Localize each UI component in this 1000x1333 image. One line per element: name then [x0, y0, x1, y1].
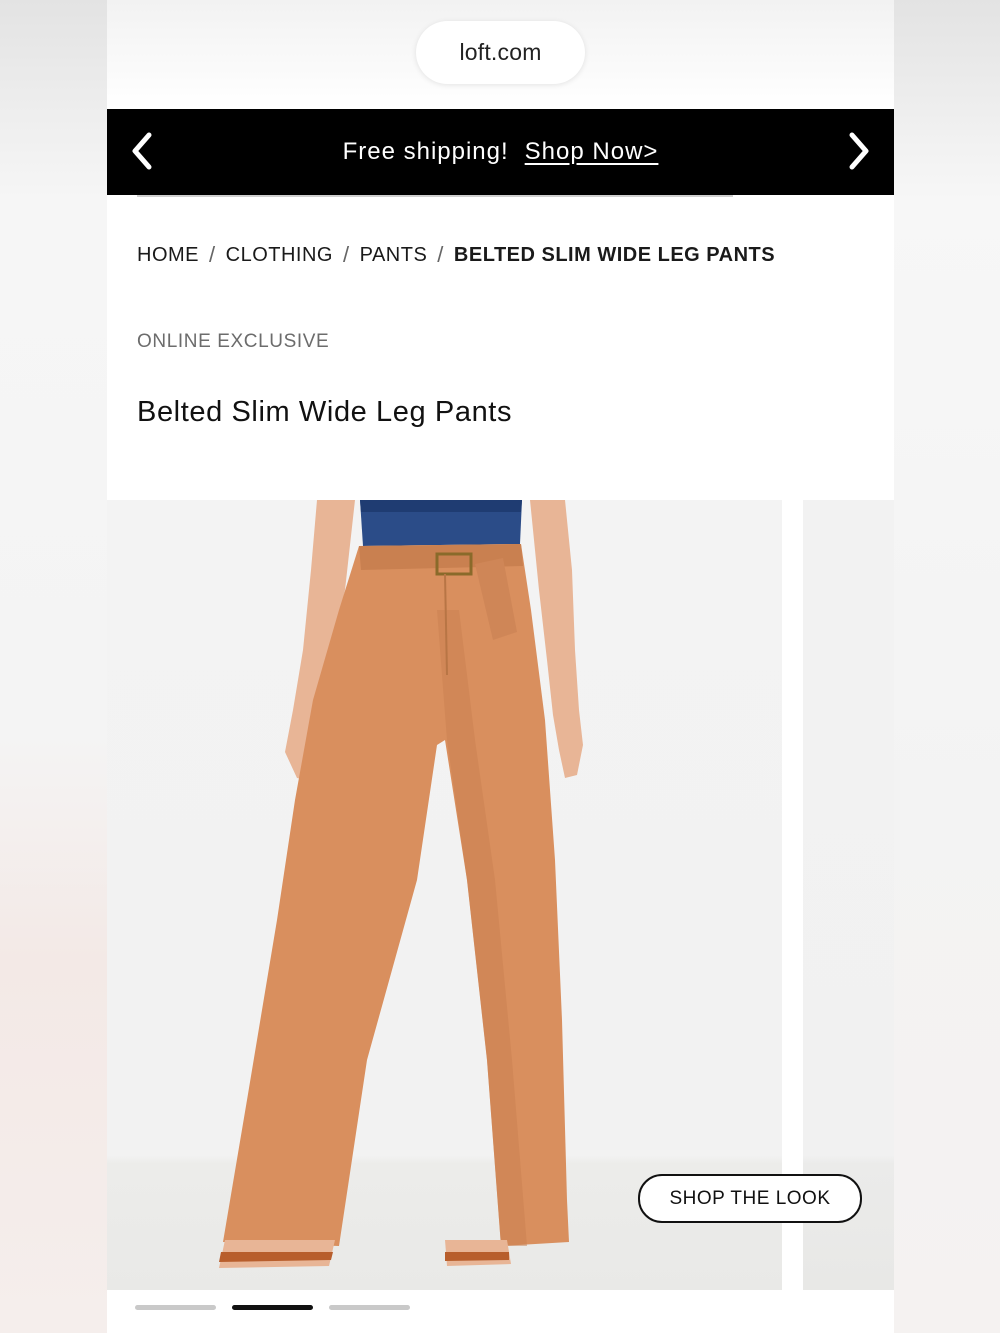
promo-banner: Free shipping! Shop Now>	[107, 109, 894, 195]
chevron-left-icon[interactable]	[125, 127, 161, 175]
blurred-backdrop-left	[0, 0, 107, 1333]
product-title: Belted Slim Wide Leg Pants	[137, 396, 513, 428]
online-exclusive-badge: ONLINE EXCLUSIVE	[137, 331, 330, 352]
breadcrumb-current: BELTED SLIM WIDE LEG PANTS	[453, 243, 776, 266]
product-image[interactable]	[107, 500, 782, 1290]
gallery-dot-2[interactable]	[232, 1305, 313, 1310]
model-wearing-pants-image	[219, 500, 583, 1268]
page-viewport: loft.com Free shipping! Shop Now> HOME /…	[107, 0, 894, 1333]
promo-divider	[137, 195, 733, 197]
gallery-dot-3[interactable]	[329, 1305, 410, 1310]
next-product-image[interactable]	[803, 500, 894, 1290]
breadcrumb-clothing[interactable]: CLOTHING	[226, 244, 333, 267]
gallery-pagination	[135, 1305, 410, 1310]
breadcrumb-separator: /	[209, 242, 216, 267]
breadcrumb-separator: /	[342, 242, 350, 267]
product-gallery[interactable]: SHOP THE LOOK	[107, 500, 894, 1290]
breadcrumb-separator: /	[437, 242, 444, 267]
promo-text: Free shipping!	[342, 138, 509, 165]
shop-the-look-button[interactable]: SHOP THE LOOK	[638, 1174, 862, 1223]
breadcrumb-home[interactable]: HOME	[137, 244, 199, 267]
url-bar[interactable]: loft.com	[416, 21, 585, 84]
blurred-backdrop-right	[893, 0, 1000, 1333]
shop-now-link[interactable]: Shop Now>	[525, 138, 659, 166]
gallery-dot-1[interactable]	[135, 1305, 216, 1310]
chevron-right-icon[interactable]	[840, 127, 876, 175]
breadcrumb: HOME / CLOTHING / PANTS / BELTED SLIM WI…	[137, 242, 775, 268]
breadcrumb-pants[interactable]: PANTS	[360, 244, 428, 267]
